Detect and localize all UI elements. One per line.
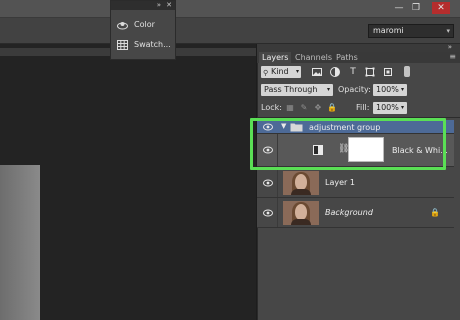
- lock-pixels-icon[interactable]: ✎: [299, 103, 309, 113]
- divider: [277, 168, 278, 197]
- highlight-box: [250, 118, 446, 170]
- layer-row-layer-1[interactable]: Layer 1: [257, 168, 454, 198]
- chevron-down-icon: ▾: [400, 104, 404, 111]
- minimize-button[interactable]: —: [392, 2, 406, 14]
- color-icon: [117, 22, 128, 30]
- fill-value: 100%: [376, 103, 399, 112]
- layer-name: Layer 1: [325, 178, 355, 187]
- application-bar: — ❐ ✕: [0, 0, 460, 18]
- panel-menu-icon[interactable]: ≡: [449, 52, 456, 61]
- workspace-value: maromi: [373, 26, 404, 35]
- panel-dock-header: »: [257, 43, 460, 52]
- layer-name: Background: [325, 208, 373, 217]
- fill-label: Fill:: [356, 103, 370, 112]
- collapse-icon[interactable]: »: [448, 43, 452, 51]
- filter-kind-select[interactable]: ⚲ Kind ▾: [261, 66, 301, 78]
- chevron-down-icon: ▾: [295, 68, 299, 75]
- layer-filter-row: ⚲ Kind ▾ T: [261, 66, 454, 78]
- visibility-eye-icon[interactable]: [263, 209, 273, 217]
- floating-panel-header: » ✕: [111, 1, 175, 10]
- workspace-select[interactable]: maromi ▾: [368, 24, 454, 38]
- lock-label: Lock:: [261, 103, 282, 112]
- type-filter-icon[interactable]: T: [347, 66, 359, 78]
- chevron-down-icon: ▾: [400, 86, 404, 93]
- blend-mode-select[interactable]: Pass Through ▾: [261, 84, 333, 96]
- lock-transparency-icon[interactable]: ▦: [285, 103, 295, 113]
- lock-icon: 🔒: [430, 208, 440, 217]
- layer-thumbnail: [283, 201, 319, 225]
- smart-object-filter-icon[interactable]: [382, 66, 394, 78]
- lock-all-icon[interactable]: 🔒: [327, 103, 337, 113]
- opacity-field[interactable]: 100% ▾: [373, 84, 407, 96]
- tab-layers[interactable]: Layers: [259, 52, 292, 63]
- fill-field[interactable]: 100% ▾: [373, 102, 407, 114]
- lock-row: Lock: ▦ ✎ ✥ 🔒 Fill: 100% ▾: [261, 102, 454, 114]
- chevron-down-icon: ▾: [446, 27, 450, 35]
- divider: [277, 198, 278, 227]
- visibility-eye-icon[interactable]: [263, 179, 273, 187]
- swatches-label: Swatch...: [134, 40, 171, 49]
- color-label: Color: [134, 20, 155, 29]
- filter-kind-label: Kind: [271, 67, 289, 76]
- chevron-down-icon: ▾: [326, 86, 330, 93]
- layer-thumbnail: [283, 171, 319, 195]
- document-image: [0, 165, 40, 320]
- swatches-panel-button[interactable]: Swatch...: [117, 38, 175, 52]
- image-filter-icon[interactable]: [311, 66, 323, 78]
- layer-row-background[interactable]: Background: [257, 198, 454, 228]
- restore-button[interactable]: ❐: [409, 2, 423, 14]
- tab-paths[interactable]: Paths: [333, 52, 361, 63]
- lock-position-icon[interactable]: ✥: [313, 103, 323, 113]
- filter-toggle[interactable]: [404, 66, 410, 77]
- opacity-label: Opacity:: [338, 85, 371, 94]
- blend-mode-value: Pass Through: [264, 85, 318, 94]
- panel-tabs: Layers Channels Paths ≡: [257, 52, 460, 63]
- close-icon[interactable]: ✕: [166, 1, 172, 9]
- adjustment-filter-icon[interactable]: [329, 66, 341, 78]
- opacity-value: 100%: [376, 85, 399, 94]
- close-button[interactable]: ✕: [432, 2, 450, 14]
- collapse-icon[interactable]: »: [157, 1, 161, 9]
- tab-channels[interactable]: Channels: [292, 52, 335, 63]
- floating-panel: » ✕ Color Swatch...: [110, 0, 176, 60]
- swatches-icon: [117, 40, 128, 50]
- search-icon: ⚲: [263, 69, 269, 77]
- shape-filter-icon[interactable]: [364, 66, 376, 78]
- blend-row: Pass Through ▾ Opacity: 100% ▾: [261, 84, 454, 96]
- color-panel-button[interactable]: Color: [117, 18, 175, 32]
